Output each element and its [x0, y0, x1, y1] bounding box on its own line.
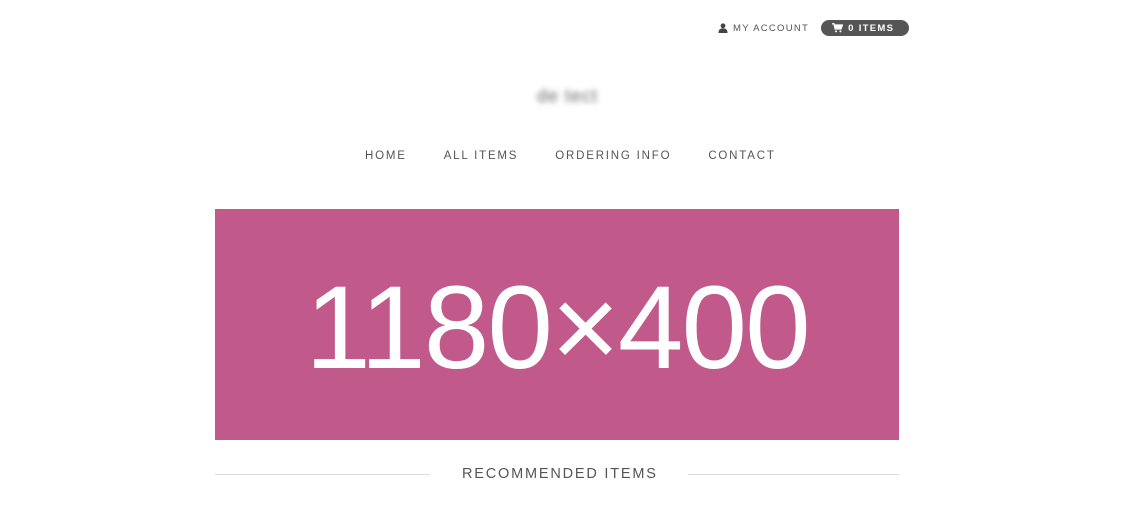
- nav-item-ordering-info[interactable]: ORDERING INFO: [555, 150, 671, 162]
- shopping-cart-icon: [832, 23, 844, 33]
- my-account-link[interactable]: MY ACCOUNT: [718, 23, 809, 34]
- cart-count-label: 0 ITEMS: [848, 22, 895, 34]
- hero-banner[interactable]: 1180×400: [215, 209, 899, 440]
- nav-item-contact[interactable]: CONTACT: [708, 150, 775, 162]
- my-account-label: MY ACCOUNT: [733, 22, 810, 34]
- cart-button[interactable]: 0 ITEMS: [821, 20, 910, 36]
- recommended-items-label: RECOMMENDED ITEMS: [462, 466, 658, 482]
- divider-left: [215, 473, 430, 475]
- store-page: MY ACCOUNT 0 ITEMS de tect HOME ALL ITEM…: [0, 0, 1135, 508]
- store-logo[interactable]: de tect: [0, 86, 1135, 107]
- utility-bar: MY ACCOUNT 0 ITEMS: [718, 20, 910, 36]
- nav-item-all-items[interactable]: ALL ITEMS: [444, 150, 519, 162]
- user-icon: [718, 23, 728, 33]
- nav-item-home[interactable]: HOME: [365, 150, 407, 162]
- main-nav: HOME ALL ITEMS ORDERING INFO CONTACT: [365, 150, 776, 162]
- hero-banner-text: 1180×400: [305, 261, 811, 394]
- divider-right: [687, 473, 899, 475]
- recommended-items-heading: RECOMMENDED ITEMS: [215, 466, 899, 482]
